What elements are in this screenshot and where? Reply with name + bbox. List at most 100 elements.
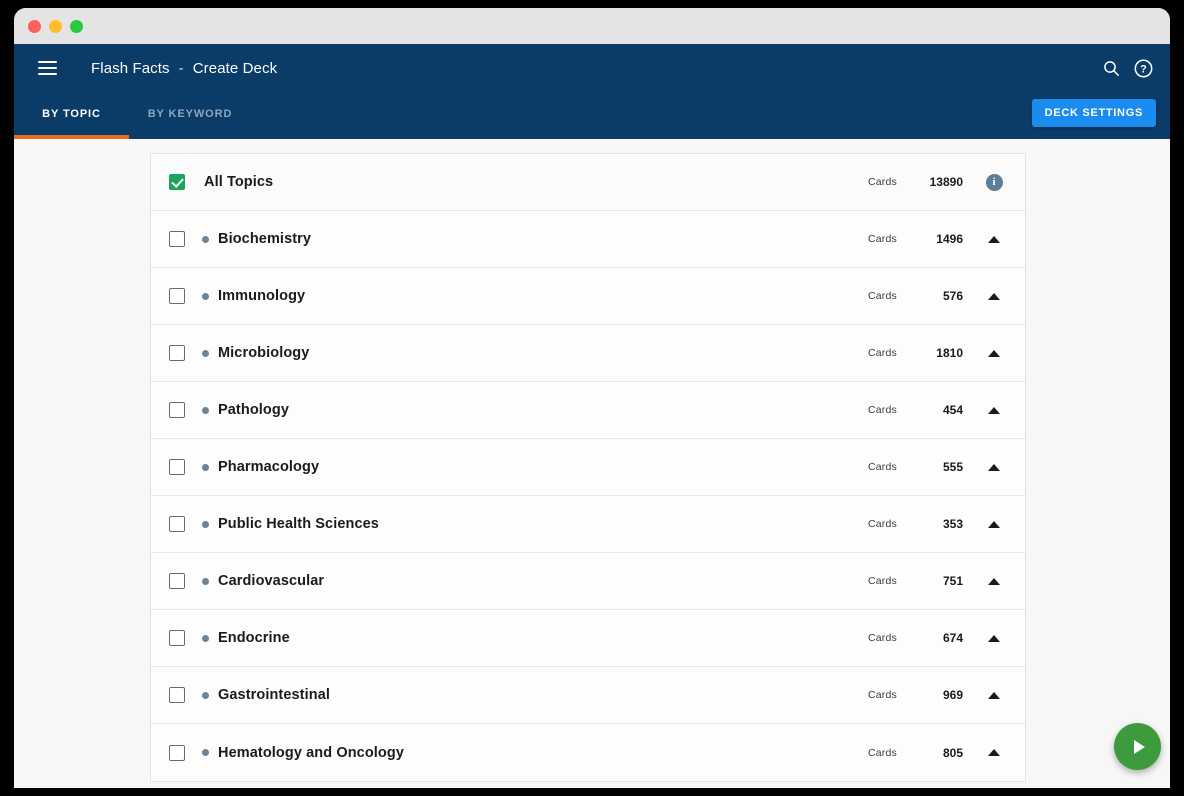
app-content-area: All Topics Cards 13890 i Biochemistry Ca… — [14, 139, 1170, 788]
cards-count: 969 — [942, 688, 963, 702]
tab-by-topic[interactable]: BY TOPIC — [14, 93, 129, 139]
collapse-toggle-button[interactable] — [963, 235, 1025, 243]
row-label: Microbiology — [218, 345, 310, 361]
checkbox-all-topics[interactable] — [169, 174, 185, 190]
bullet-icon — [202, 520, 209, 528]
collapse-toggle-button[interactable] — [963, 577, 1025, 585]
table-row[interactable]: Pathology Cards 454 — [151, 382, 1025, 439]
collapse-toggle-button[interactable] — [963, 520, 1025, 528]
table-row[interactable]: Cardiovascular Cards 751 — [151, 553, 1025, 610]
collapse-toggle-button[interactable] — [963, 406, 1025, 414]
info-icon: i — [985, 173, 1003, 191]
bullet-icon — [202, 463, 209, 471]
row-label: Pathology — [218, 402, 289, 418]
app-name: Flash Facts — [91, 59, 170, 77]
window-maximize-button[interactable] — [70, 19, 83, 33]
window-minimize-button[interactable] — [49, 19, 62, 33]
cards-label: Cards — [867, 290, 897, 302]
breadcrumb-separator: - — [178, 59, 184, 77]
cards-count: 353 — [942, 517, 963, 531]
collapse-toggle-button[interactable] — [963, 749, 1025, 756]
cards-label: Cards — [867, 347, 897, 359]
caret-up-icon — [988, 577, 1000, 585]
row-label: Gastrointestinal — [218, 687, 330, 703]
cards-count: 555 — [942, 460, 963, 474]
app-window: Flash Facts - Create Deck ? BY TOPIC BY … — [14, 8, 1170, 788]
row-label: Endocrine — [218, 630, 290, 646]
collapse-toggle-button[interactable] — [963, 349, 1025, 357]
caret-up-icon — [988, 749, 1000, 756]
topic-checkbox[interactable] — [169, 744, 185, 761]
table-row[interactable]: Public Health Sciences Cards 353 — [151, 496, 1025, 553]
tab-by-keyword-label: BY KEYWORD — [147, 108, 233, 120]
topic-checkbox[interactable] — [169, 687, 185, 703]
bullet-icon — [202, 235, 209, 243]
table-row[interactable]: Biochemistry Cards 1496 — [151, 211, 1025, 268]
cards-count: 1496 — [936, 232, 963, 246]
caret-up-icon — [988, 463, 1000, 471]
topic-list-container: All Topics Cards 13890 i Biochemistry Ca… — [150, 153, 1026, 782]
cards-label: Cards — [867, 461, 897, 473]
table-row[interactable]: Immunology Cards 576 — [151, 268, 1025, 325]
row-label: Pharmacology — [218, 459, 320, 475]
bullet-icon — [202, 691, 209, 699]
cards-label: Cards — [867, 689, 897, 701]
topic-checkbox[interactable] — [169, 516, 185, 532]
table-row[interactable]: Hematology and Oncology Cards 805 — [151, 724, 1025, 781]
collapse-toggle-button[interactable] — [963, 292, 1025, 300]
table-row[interactable]: Pharmacology Cards 555 — [151, 439, 1025, 496]
caret-up-icon — [988, 691, 1000, 699]
bullet-icon — [202, 749, 209, 756]
topic-checkbox[interactable] — [169, 345, 185, 361]
caret-up-icon — [988, 520, 1000, 528]
row-label: Hematology and Oncology — [218, 744, 404, 761]
bullet-icon — [202, 292, 209, 300]
collapse-toggle-button[interactable] — [963, 691, 1025, 699]
page-title: Create Deck — [192, 59, 278, 77]
cards-count: 13890 — [929, 175, 963, 189]
cards-label: Cards — [867, 518, 897, 530]
topic-checkbox[interactable] — [169, 288, 185, 304]
help-icon[interactable]: ? — [1130, 55, 1156, 81]
bullet-icon — [202, 349, 209, 357]
header-top-bar: Flash Facts - Create Deck ? — [14, 44, 1170, 92]
window-titlebar — [14, 8, 1170, 44]
cards-count: 576 — [942, 289, 963, 303]
row-label: Cardiovascular — [218, 573, 325, 589]
topic-checkbox[interactable] — [169, 231, 185, 247]
caret-up-icon — [988, 235, 1000, 243]
collapse-toggle-button[interactable] — [963, 634, 1025, 642]
tab-by-keyword[interactable]: BY KEYWORD — [129, 93, 251, 139]
caret-up-icon — [988, 406, 1000, 414]
topic-list: All Topics Cards 13890 i Biochemistry Ca… — [150, 153, 1026, 782]
bullet-icon — [202, 634, 209, 642]
cards-label: Cards — [867, 746, 897, 759]
table-row-all-topics[interactable]: All Topics Cards 13890 i — [151, 154, 1025, 211]
topic-checkbox[interactable] — [169, 630, 185, 646]
table-row[interactable]: Microbiology Cards 1810 — [151, 325, 1025, 382]
topic-checkbox[interactable] — [169, 573, 185, 589]
row-label: All Topics — [204, 174, 274, 190]
svg-text:?: ? — [1140, 63, 1147, 75]
cards-label: Cards — [867, 233, 897, 245]
cards-label: Cards — [867, 176, 897, 188]
app-header: Flash Facts - Create Deck ? BY TOPIC BY … — [14, 44, 1170, 139]
topic-checkbox[interactable] — [169, 402, 185, 418]
bullet-icon — [202, 406, 209, 414]
info-button[interactable]: i — [963, 173, 1025, 191]
table-row[interactable]: Endocrine Cards 674 — [151, 610, 1025, 667]
deck-settings-button[interactable]: DECK SETTINGS — [1031, 99, 1156, 127]
cards-label: Cards — [867, 632, 897, 644]
search-icon[interactable] — [1098, 55, 1124, 81]
topic-checkbox[interactable] — [169, 459, 185, 475]
cards-count: 1810 — [936, 346, 963, 360]
row-label: Immunology — [218, 288, 306, 304]
start-study-fab-button[interactable] — [1114, 723, 1161, 770]
caret-up-icon — [988, 349, 1000, 357]
table-row[interactable]: Gastrointestinal Cards 969 — [151, 667, 1025, 724]
hamburger-menu-icon[interactable] — [30, 51, 64, 85]
tab-bar: BY TOPIC BY KEYWORD — [14, 93, 251, 139]
bullet-icon — [202, 577, 209, 585]
collapse-toggle-button[interactable] — [963, 463, 1025, 471]
window-close-button[interactable] — [28, 19, 41, 33]
